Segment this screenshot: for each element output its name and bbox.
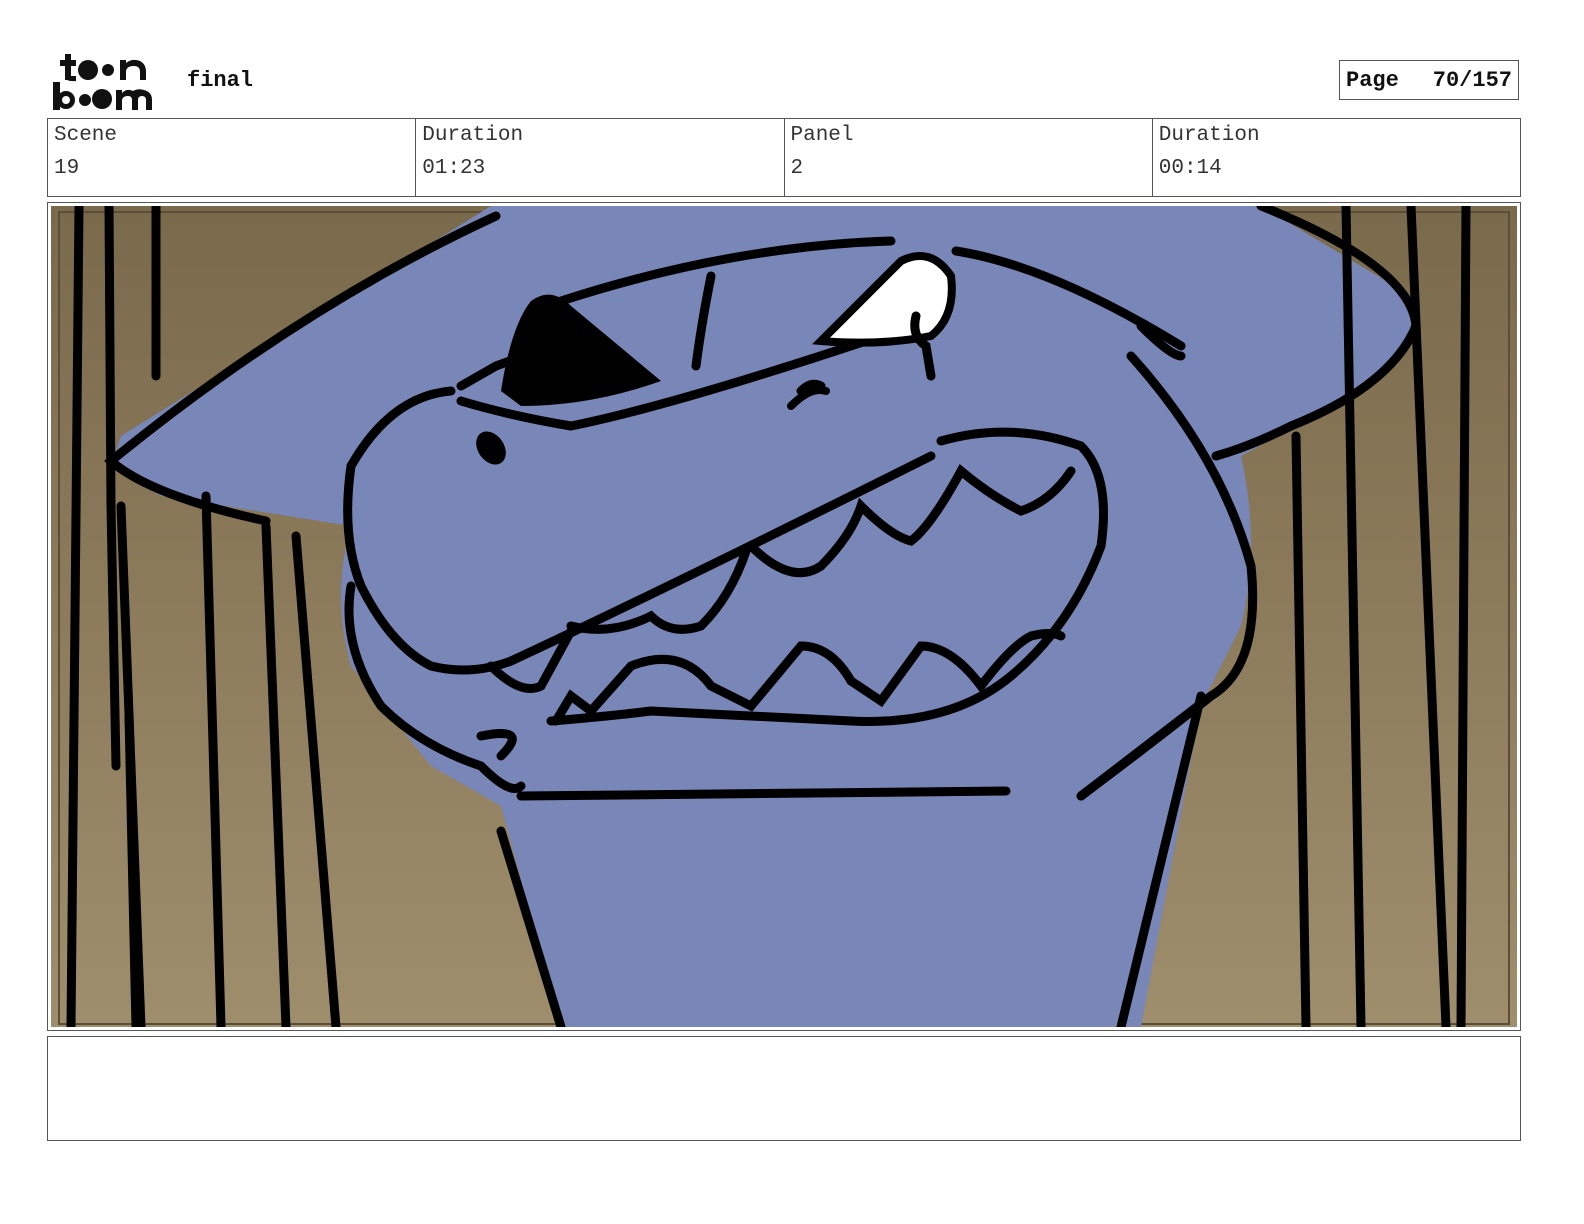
scene-duration-value: 01:23 [422,157,486,180]
panel-duration-value: 00:14 [1158,157,1222,180]
panel-duration-label: Duration [1158,124,1260,147]
panel-value: 2 [790,157,804,180]
scene-value: 19 [54,157,80,180]
scene-cell: Scene 19 [48,119,415,196]
panel-label: Panel [790,124,854,147]
scene-duration-cell: Duration 01:23 [415,119,783,196]
panel-drawing [51,206,1517,1027]
toon-boom-logo [53,54,152,110]
page-label: Page [1346,67,1399,93]
page-number: 70/157 [1432,67,1512,93]
panel-duration-cell: Duration 00:14 [1151,119,1520,196]
project-name: final [187,68,254,93]
scene-info-table: Scene 19 Duration 01:23 Panel 2 Duration… [47,118,1521,197]
panel-notes-box[interactable] [47,1036,1521,1141]
panel-cell: Panel 2 [783,119,1152,196]
page-indicator: Page 70/157 [1339,60,1519,100]
scene-duration-label: Duration [422,124,524,147]
storyboard-panel [47,202,1521,1031]
scene-label: Scene [54,124,118,147]
